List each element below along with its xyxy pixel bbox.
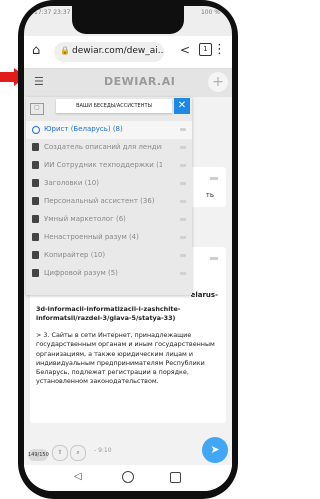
upload-icon[interactable]: ⇧: [52, 445, 68, 461]
list-item-label: ИИ Сотрудник техподдержки (1: [44, 161, 162, 169]
law-link[interactable]: 3d-informacii-informatizacii-i-zashchite…: [36, 305, 218, 324]
edit-icon[interactable]: [180, 182, 186, 185]
close-icon[interactable]: ✕: [174, 98, 190, 114]
edit-icon[interactable]: [180, 236, 186, 239]
collapse-icon[interactable]: [210, 257, 218, 260]
list-item[interactable]: Юрист (Беларусь) (8): [26, 121, 192, 139]
chat-input-bar: 149/150 ⇧ ⌕ - 9:10 ➤: [24, 435, 232, 465]
conversations-list-icon[interactable]: ☰: [34, 75, 46, 89]
edit-icon[interactable]: [180, 128, 186, 131]
browser-toolbar: ⌂ 🔒 dewiar.com/dew_ai... < 1 ⋮: [24, 36, 232, 69]
edit-icon[interactable]: [180, 146, 186, 149]
list-item-label: Ненастроенный разум (4): [44, 233, 139, 241]
panel-header: ▢ ВАШИ БЕСЕДЫ/АССИСТЕНТЫ ✕: [26, 97, 192, 121]
chat-area: ть elarus- 3d-informacii-informatizacii-…: [24, 97, 232, 465]
collapse-icon[interactable]: [210, 177, 218, 180]
list-item[interactable]: Цифровой разум (5): [26, 265, 192, 283]
message-fragment: ть: [205, 191, 214, 199]
list-item-label: Персональный ассистент (36): [44, 197, 155, 205]
edit-icon[interactable]: [180, 164, 186, 167]
message-counter: 149/150: [28, 449, 49, 461]
assistants-panel: ▢ ВАШИ БЕСЕДЫ/АССИСТЕНТЫ ✕ Юрист (Белару…: [26, 97, 192, 295]
new-chat-button[interactable]: +: [208, 72, 228, 92]
list-item-label: Создатель описаний для лендин: [44, 143, 162, 151]
url-text: dewiar.com/dew_ai...: [72, 46, 164, 56]
list-item-label: Цифровой разум (5): [44, 269, 118, 277]
search-icon[interactable]: ⌕: [70, 445, 86, 461]
list-item[interactable]: Создатель описаний для лендин: [26, 139, 192, 157]
panel-title: ВАШИ БЕСЕДЫ/АССИСТЕНТЫ: [56, 99, 172, 113]
law-quote: > 3. Сайты в сети Интернет, принадлежащи…: [36, 331, 215, 386]
send-button[interactable]: ➤: [202, 437, 228, 463]
document-icon: [32, 269, 39, 277]
home-circle-icon[interactable]: [122, 471, 134, 483]
share-icon[interactable]: <: [180, 43, 190, 57]
list-item-label: Юрист (Беларусь) (8): [44, 125, 123, 133]
message-time: - 9:10: [94, 447, 112, 454]
list-item-label: Копирайтер (10): [44, 251, 106, 259]
list-item[interactable]: Заголовки (10): [26, 175, 192, 193]
edit-icon[interactable]: [180, 200, 186, 203]
document-icon: [32, 197, 39, 205]
phone-screen: 17:37 23:37 100 % ⌂ 🔒 dewiar.com/dew_ai.…: [24, 6, 232, 491]
camera-notch: [72, 6, 184, 34]
document-icon: [32, 215, 39, 223]
list-item[interactable]: Копирайтер (10): [26, 247, 192, 265]
battery-status: 100 %: [200, 9, 220, 16]
phone-frame: 17:37 23:37 100 % ⌂ 🔒 dewiar.com/dew_ai.…: [18, 0, 238, 499]
document-icon: [32, 251, 39, 259]
android-nav-bar: ◁: [24, 465, 232, 491]
edit-icon[interactable]: [180, 218, 186, 221]
globe-icon: [32, 126, 40, 134]
edit-icon[interactable]: [180, 272, 186, 275]
more-menu-icon[interactable]: ⋮: [213, 42, 226, 57]
address-bar[interactable]: 🔒 dewiar.com/dew_ai...: [54, 42, 164, 62]
back-icon[interactable]: ◁: [74, 471, 82, 482]
status-time: 17:37 23:37: [34, 9, 71, 16]
document-icon: [32, 179, 39, 187]
app-title: DEWIAR.AI: [104, 75, 176, 88]
tabs-icon[interactable]: 1: [199, 43, 212, 56]
list-item[interactable]: ИИ Сотрудник техподдержки (1: [26, 157, 192, 175]
app-header: ☰ DEWIAR.AI +: [24, 69, 232, 97]
lock-icon: 🔒: [60, 46, 70, 55]
document-icon: [32, 143, 39, 151]
list-item-label: Умный маркетолог (6): [44, 215, 126, 223]
document-icon: [32, 161, 39, 169]
recent-apps-icon[interactable]: [170, 472, 181, 483]
document-icon: [32, 233, 39, 241]
list-item[interactable]: Персональный ассистент (36): [26, 193, 192, 211]
home-icon[interactable]: ⌂: [32, 43, 40, 58]
list-item-label: Заголовки (10): [44, 179, 99, 187]
image-placeholder-icon: ▢: [30, 103, 44, 115]
assistants-list: Юрист (Беларусь) (8) Создатель описаний …: [26, 121, 192, 283]
list-item[interactable]: Ненастроенный разум (4): [26, 229, 192, 247]
list-item[interactable]: Умный маркетолог (6): [26, 211, 192, 229]
edit-icon[interactable]: [180, 254, 186, 257]
link-tail: elarus-: [190, 291, 218, 299]
